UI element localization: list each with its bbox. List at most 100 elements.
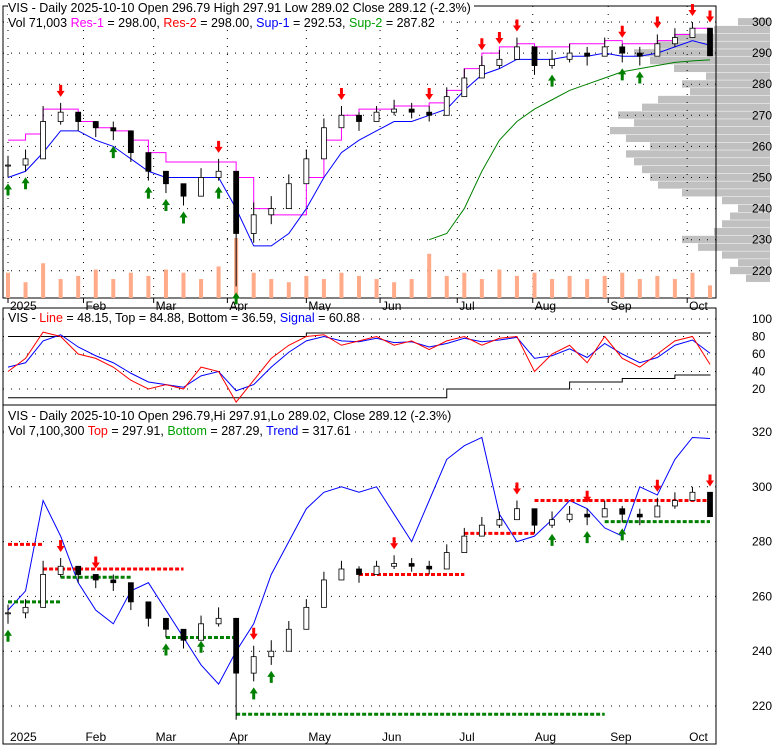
bottom-buy-arrow-icon xyxy=(583,531,592,544)
y-tick-label: 230 xyxy=(752,233,772,247)
top-candle xyxy=(531,46,538,66)
x-tick-label: Aug xyxy=(535,299,556,313)
x-tick-label-bottom: Apr xyxy=(229,730,248,744)
bottom-buy-arrow-icon xyxy=(267,670,276,683)
bottom-candle xyxy=(338,568,345,581)
x-tick-label-bottom: Aug xyxy=(535,730,556,744)
top-candle xyxy=(303,158,310,185)
volume-profile-bar xyxy=(642,165,770,174)
top-candle xyxy=(356,114,362,122)
bottom-candle xyxy=(356,568,362,575)
x-tick-label: Oct xyxy=(689,299,708,313)
bottom-buy-arrow-icon xyxy=(249,687,258,700)
bottom-candle xyxy=(250,656,257,674)
volume-bar xyxy=(637,279,642,298)
top-candle xyxy=(215,170,222,178)
top-candle xyxy=(22,158,29,166)
top-candle xyxy=(514,46,520,60)
volume-bar xyxy=(216,266,221,298)
volume-bar xyxy=(444,275,449,298)
volume-bar xyxy=(199,279,204,298)
bottom-buy-arrow-icon xyxy=(548,533,557,546)
bottom-candle xyxy=(426,565,433,570)
bottom-sell-arrow-icon xyxy=(512,482,521,495)
top-candle xyxy=(461,77,468,98)
bottom-candle xyxy=(22,606,29,614)
top-candle xyxy=(250,214,257,234)
bottom-candle xyxy=(549,519,555,526)
bottom-candle xyxy=(145,601,152,619)
volume-bar xyxy=(409,279,414,298)
volume-bar xyxy=(41,263,46,298)
y-tick-label: 300 xyxy=(752,15,772,29)
signal-label: Signal xyxy=(279,311,315,325)
y-tick-label: 260 xyxy=(752,139,772,153)
y-tick-label: 280 xyxy=(752,77,772,91)
y-tick-label: 100 xyxy=(752,312,772,326)
x-tick-label-bottom: May xyxy=(308,730,331,744)
volume-bar xyxy=(672,279,677,298)
top-sell-arrow-icon xyxy=(706,10,714,23)
volume-profile-bar xyxy=(658,95,770,104)
bottom-volume-label: Vol 7,100,300 xyxy=(8,424,85,438)
bottom-candle xyxy=(478,524,485,537)
volume-bar xyxy=(690,272,695,298)
top-candle xyxy=(391,108,398,113)
res2-label: Res-2 xyxy=(163,16,197,30)
stock-chart: 220 230 240 250 260 270 280 290 300 20 40 60 80 100 22… xyxy=(0,0,780,745)
y-tick-label: 250 xyxy=(752,171,772,185)
volume-bar xyxy=(304,275,309,298)
x-tick-label-bottom: 2025 xyxy=(10,730,37,744)
bottom-candle xyxy=(707,491,713,518)
volume-label: Vol 71,003 xyxy=(8,16,68,30)
bottom-value: = 287.29, xyxy=(210,424,263,438)
res2-value: = 298.00, xyxy=(200,16,253,30)
bottom-candle xyxy=(285,628,292,652)
top-candle xyxy=(689,27,696,38)
volume-profile-bar xyxy=(626,150,770,158)
bottom-candle xyxy=(619,508,626,515)
x-tick-label-bottom: Feb xyxy=(85,730,106,744)
volume-bar xyxy=(602,275,607,298)
top-candle xyxy=(619,46,626,54)
sup2-label: Sup-2 xyxy=(348,16,383,30)
volume-bar xyxy=(339,272,344,298)
x-tick-label: Jun xyxy=(382,299,401,313)
volume-profile-bar xyxy=(610,126,770,135)
sup1-line xyxy=(7,40,711,247)
volume-bar xyxy=(708,285,712,298)
top-candle xyxy=(233,170,240,234)
volume-bar xyxy=(269,279,274,298)
bottom-buy-arrow-icon xyxy=(618,528,627,541)
volume-profile-bar xyxy=(618,111,770,119)
volume-profile-bar xyxy=(682,189,770,197)
bottom-candle xyxy=(180,628,187,641)
volume-bar xyxy=(58,279,63,298)
top-sell-arrow-icon xyxy=(214,140,223,153)
top-candle xyxy=(285,183,292,210)
y-tick-label: 20 xyxy=(752,382,766,396)
res1-label: Res-1 xyxy=(70,16,104,30)
volume-bar xyxy=(550,279,555,298)
top-panel-header: VIS - Daily 2025-10-10 Open 296.79 High … xyxy=(8,1,474,15)
top-candle xyxy=(75,111,82,122)
bottom-buy-arrow-icon xyxy=(161,643,170,656)
bottom-sell-arrow-icon xyxy=(706,474,714,487)
bottom-candle xyxy=(92,574,99,581)
top-buy-arrow-icon xyxy=(214,186,223,199)
volume-bar xyxy=(6,272,10,298)
y-tick-label: 320 xyxy=(752,425,772,439)
top-sell-arrow-icon xyxy=(337,87,346,100)
volume-bar xyxy=(620,272,625,298)
bottom-candle xyxy=(40,574,46,608)
line-label: Line xyxy=(39,311,63,325)
bottom-candle xyxy=(443,552,450,570)
bottom-candle xyxy=(110,579,117,584)
bottom-candle xyxy=(601,508,608,518)
volume-bar xyxy=(76,275,81,298)
y-tick-label: 240 xyxy=(752,202,772,216)
y-tick-label: 60 xyxy=(752,347,766,361)
bottom-candle xyxy=(233,617,240,674)
bottom-candle xyxy=(689,491,696,501)
volume-bar xyxy=(514,275,519,298)
